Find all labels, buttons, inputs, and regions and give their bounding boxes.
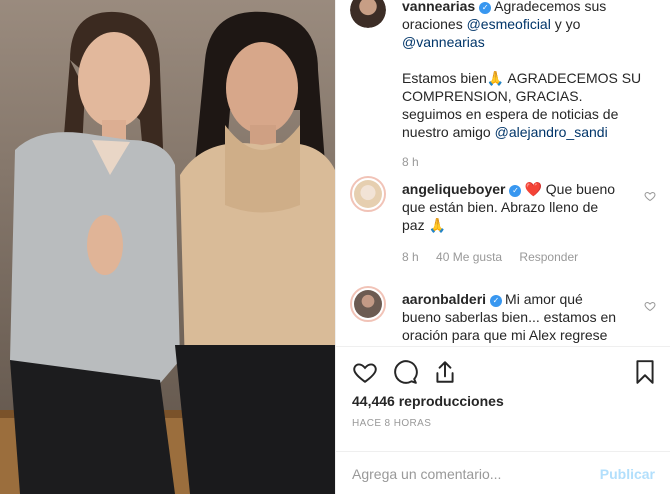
post-timestamp[interactable]: HACE 8 HORAS	[352, 418, 431, 429]
like-comment-heart-icon[interactable]	[644, 190, 656, 202]
verified-icon: ✓	[479, 2, 492, 14]
video-frame	[0, 0, 335, 494]
mention-alejandro-sandi[interactable]: @alejandro_sandi	[495, 124, 608, 140]
mention-esmeoficial[interactable]: @esmeoficial	[467, 16, 551, 32]
comment-input[interactable]: Agrega un comentario...	[352, 466, 501, 482]
avatar[interactable]	[350, 286, 386, 322]
caption-line-1: Agradecemos sus	[494, 0, 607, 14]
reply-button[interactable]: Responder	[519, 250, 578, 264]
caption-line-3: y yo	[554, 16, 581, 32]
comment-line-2: bueno saberlas bien... estamos en	[402, 309, 617, 325]
comment-composer: Agrega un comentario... Publicar	[336, 451, 670, 494]
comment-username[interactable]: angeliqueboyer	[402, 181, 505, 197]
comments-list[interactable]: vannearias ✓ Agradecemos sus oraciones @es…	[336, 0, 670, 346]
caption-line-5: COMPRENSION, GRACIAS.	[402, 88, 583, 104]
avatar[interactable]	[350, 0, 386, 28]
caption-text: vannearias ✓ Agradecemos sus oraciones @es…	[402, 0, 642, 141]
post-actions: 44,446 reproducciones HACE 8 HORAS Agreg…	[336, 346, 670, 494]
caption-meta: 8 h	[402, 155, 433, 169]
caption-line-7: nuestro amigo	[402, 124, 491, 140]
comment-text: aaronbalderi ✓ Mi amor qué bueno saberlas …	[402, 290, 642, 344]
comment-line-1: Mi amor qué	[505, 291, 583, 307]
mention-vannearias[interactable]: @vannearias	[402, 34, 485, 50]
verified-icon: ✓	[490, 295, 503, 307]
caption-username[interactable]: vannearias	[402, 0, 475, 14]
comment-line-3: oración para que mi Alex regrese	[402, 327, 608, 343]
comment-username[interactable]: aaronbalderi	[402, 291, 486, 307]
bookmark-icon[interactable]	[632, 359, 658, 385]
comment-text: angeliqueboyer ✓ ❤️ Que bueno que están bi…	[402, 180, 642, 234]
share-icon[interactable]	[432, 359, 458, 385]
comment-meta: 8 h 40 Me gusta Responder	[402, 250, 592, 264]
comment-line-2: que están bien. Abrazo lleno de	[402, 199, 599, 215]
comment-line-1: ❤️ Que bueno	[524, 181, 616, 197]
post-side-panel: vannearias ✓ Agradecemos sus oraciones @es…	[335, 0, 670, 494]
avatar[interactable]	[350, 176, 386, 212]
caption-line-4: Estamos bien🙏 AGRADECEMOS SU	[402, 70, 642, 86]
comment-line-3: paz 🙏	[402, 217, 446, 233]
heart-icon[interactable]	[352, 359, 378, 385]
post-video[interactable]	[0, 0, 335, 494]
caption-time[interactable]: 8 h	[402, 155, 419, 169]
view-count[interactable]: 44,446 reproducciones	[352, 393, 504, 409]
comment-likes[interactable]: 40 Me gusta	[436, 250, 502, 264]
publish-button[interactable]: Publicar	[600, 466, 655, 482]
caption-line-6: seguimos en espera de noticias de	[402, 106, 619, 122]
like-comment-heart-icon[interactable]	[644, 300, 656, 312]
comment-icon[interactable]	[392, 359, 418, 385]
caption-line-2: oraciones	[402, 16, 463, 32]
comment-time[interactable]: 8 h	[402, 250, 419, 264]
verified-icon: ✓	[509, 185, 522, 197]
